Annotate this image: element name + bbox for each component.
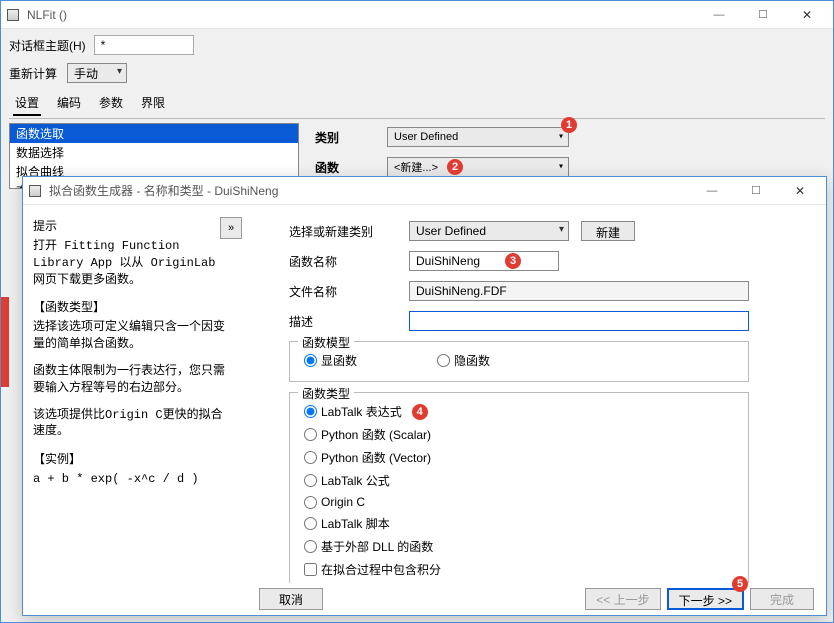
badge-3: 3 — [505, 253, 521, 269]
badge-5: 5 — [732, 576, 748, 592]
radio-implicit[interactable]: 隐函数 — [437, 352, 490, 369]
section-example: 【实例】 — [33, 450, 231, 467]
badge-4: 4 — [412, 404, 428, 420]
hint-text-1: 打开 Fitting Function Library App 以从 Origi… — [33, 238, 231, 288]
finish-button[interactable]: 完成 — [750, 588, 814, 610]
category-label: 类别 — [315, 129, 387, 146]
radio-explicit[interactable]: 显函数 — [304, 352, 357, 369]
new-category-button[interactable]: 新建 — [581, 221, 635, 241]
hint-heading: 提示 — [33, 217, 231, 234]
section-func-type: 【函数类型】 — [33, 298, 231, 315]
close-button[interactable] — [785, 2, 829, 28]
category-field: 类别 User Defined 1 — [315, 127, 809, 147]
tabs: 设置 编码 参数 界限 — [9, 89, 825, 119]
filename-input — [409, 281, 749, 301]
radio-python-vector[interactable]: Python 函数 (Vector) — [304, 449, 734, 466]
check-integral[interactable]: 在拟合过程中包含积分 — [304, 561, 734, 578]
app-icon — [5, 7, 21, 23]
radio-origin-c[interactable]: Origin C — [304, 495, 734, 509]
wizard-footer: 取消 << 上一步 下一步 >> 5 完成 — [23, 583, 826, 615]
radio-labtalk-formula[interactable]: LabTalk 公式 — [304, 472, 734, 489]
recalc-row: 重新计算 手动 — [9, 63, 825, 83]
function-select[interactable]: <新建...> — [387, 157, 569, 177]
category-select[interactable]: User Defined — [387, 127, 569, 147]
wizard-close-button[interactable] — [778, 178, 822, 204]
maximize-button[interactable] — [741, 2, 785, 28]
tab-bounds[interactable]: 界限 — [139, 91, 167, 116]
expand-button[interactable]: » — [220, 217, 242, 239]
theme-row: 对话框主题(H) * — [9, 35, 825, 55]
badge-2: 2 — [447, 159, 463, 175]
para-3: 函数主体限制为一行表达行，您只需要输入方程等号的右边部分。 — [33, 363, 231, 397]
function-field: 函数 <新建...> 2 — [315, 157, 809, 177]
para-2: 选择该选项可定义编辑只含一个因变量的简单拟合函数。 — [33, 319, 231, 353]
filename-label: 文件名称 — [289, 283, 409, 300]
category-label: 选择或新建类别 — [289, 223, 409, 240]
wizard-title: 拟合函数生成器 - 名称和类型 - DuiShiNeng — [49, 182, 690, 199]
recalc-select[interactable]: 手动 — [67, 63, 127, 83]
model-group-title: 函数模型 — [298, 334, 354, 351]
filename-row: 文件名称 — [289, 281, 810, 301]
wizard-maximize-button[interactable] — [734, 178, 778, 204]
tab-params[interactable]: 参数 — [97, 91, 125, 116]
next-button[interactable]: 下一步 >> — [667, 588, 744, 610]
window-buttons — [697, 2, 829, 28]
red-sidebar-marker — [1, 297, 9, 387]
theme-label: 对话框主题(H) — [9, 37, 86, 54]
wizard-client: 提示 打开 Fitting Function Library App 以从 Or… — [23, 205, 826, 583]
description-input[interactable] — [409, 311, 749, 331]
para-4: 该选项提供比Origin C更快的拟合速度。 — [33, 407, 231, 441]
example-code: a + b * exp( -x^c / d ) — [33, 471, 231, 488]
description-label: 描述 — [289, 313, 409, 330]
titlebar: NLFit () — [1, 1, 833, 29]
radio-labtalk-expr[interactable]: LabTalk 表达式 4 — [304, 403, 734, 420]
window-title: NLFit () — [27, 8, 697, 22]
category-row: 选择或新建类别 User Defined 新建 — [289, 221, 810, 241]
funcname-label: 函数名称 — [289, 253, 409, 270]
wizard-right-panel: 选择或新建类别 User Defined 新建 函数名称 3 文件名称 描述 函… — [241, 205, 826, 583]
prev-button[interactable]: << 上一步 — [585, 588, 660, 610]
theme-select[interactable]: * — [94, 35, 194, 55]
radio-python-scalar[interactable]: Python 函数 (Scalar) — [304, 426, 734, 443]
wizard-window-buttons — [690, 178, 822, 204]
cancel-button[interactable]: 取消 — [259, 588, 323, 610]
function-label: 函数 — [315, 159, 387, 176]
type-group-title: 函数类型 — [298, 385, 354, 402]
function-builder-dialog: 拟合函数生成器 - 名称和类型 - DuiShiNeng 提示 打开 Fitti… — [22, 176, 827, 616]
funcname-row: 函数名称 3 — [289, 251, 810, 271]
minimize-button[interactable] — [697, 2, 741, 28]
recalc-label: 重新计算 — [9, 65, 57, 82]
tab-code[interactable]: 编码 — [55, 91, 83, 116]
radio-labtalk-script[interactable]: LabTalk 脚本 — [304, 515, 734, 532]
wizard-titlebar: 拟合函数生成器 - 名称和类型 - DuiShiNeng — [23, 177, 826, 205]
tab-settings[interactable]: 设置 — [13, 91, 41, 116]
model-group: 函数模型 显函数 隐函数 — [289, 341, 749, 382]
badge-1: 1 — [561, 117, 577, 133]
type-group: 函数类型 LabTalk 表达式 4 Python 函数 (Scalar) Py… — [289, 392, 749, 583]
list-item[interactable]: 数据选择 — [10, 143, 298, 162]
wizard-left-panel: 提示 打开 Fitting Function Library App 以从 Or… — [23, 205, 241, 583]
category-select[interactable]: User Defined — [409, 221, 569, 241]
funcname-input[interactable] — [409, 251, 559, 271]
radio-external-dll[interactable]: 基于外部 DLL 的函数 — [304, 538, 734, 555]
app-icon — [27, 183, 43, 199]
description-row: 描述 — [289, 311, 810, 331]
list-item[interactable]: 函数选取 — [10, 124, 298, 143]
wizard-minimize-button[interactable] — [690, 178, 734, 204]
